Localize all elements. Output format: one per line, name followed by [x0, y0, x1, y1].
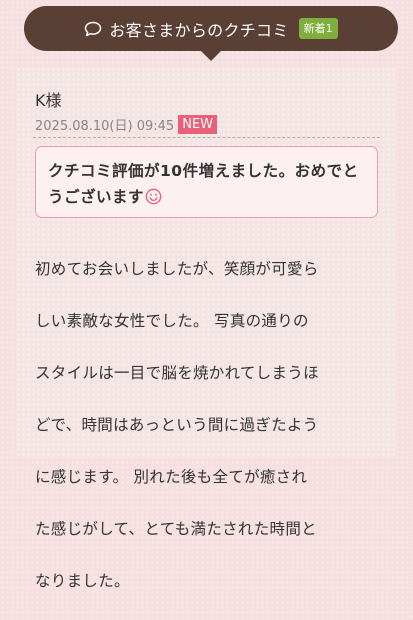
review-body: 初めてお会いしましたが、笑顔が可愛ら しい素敵な女性でした。 写真の通りの スタ…: [35, 230, 380, 620]
reviewer-name: K様: [35, 91, 62, 110]
header-pointer: [200, 50, 222, 61]
announcement-text: クチコミ評価が10件増えました。おめでとうございます: [48, 162, 359, 206]
review-meta: 2025.08.10(日) 09:45 NEW: [35, 115, 217, 134]
new-count-badge: 新着1: [298, 18, 338, 39]
review-line: た感じがして、とても満たされた時間と: [35, 520, 317, 538]
review-line: 初めてお会いしましたが、笑顔が可愛ら: [35, 260, 319, 278]
review-line: どで、時間はあっという間に過ぎたよう: [35, 416, 319, 434]
review-line: スタイルは一目で脳を焼かれてしまうほ: [35, 364, 319, 382]
announcement-box: クチコミ評価が10件増えました。おめでとうございます: [35, 146, 378, 218]
divider: [33, 137, 380, 138]
new-badge: NEW: [178, 115, 217, 134]
smile-icon: [145, 188, 162, 205]
review-line: しい素敵な女性でした。 写真の通りの: [35, 312, 309, 330]
review-line: なりました。: [35, 572, 130, 590]
section-title: お客さまからのクチコミ: [109, 20, 289, 40]
review-section-header: お客さまからのクチコミ 新着1: [24, 6, 398, 61]
speech-bubble-icon: [85, 21, 102, 36]
review-line: に感じます。 別れた後も全てが癒され: [35, 468, 308, 486]
review-date: 2025.08.10(日) 09:45: [35, 119, 175, 134]
review-card: K様 2025.08.10(日) 09:45 NEW クチコミ評価が10件増えま…: [16, 67, 397, 590]
